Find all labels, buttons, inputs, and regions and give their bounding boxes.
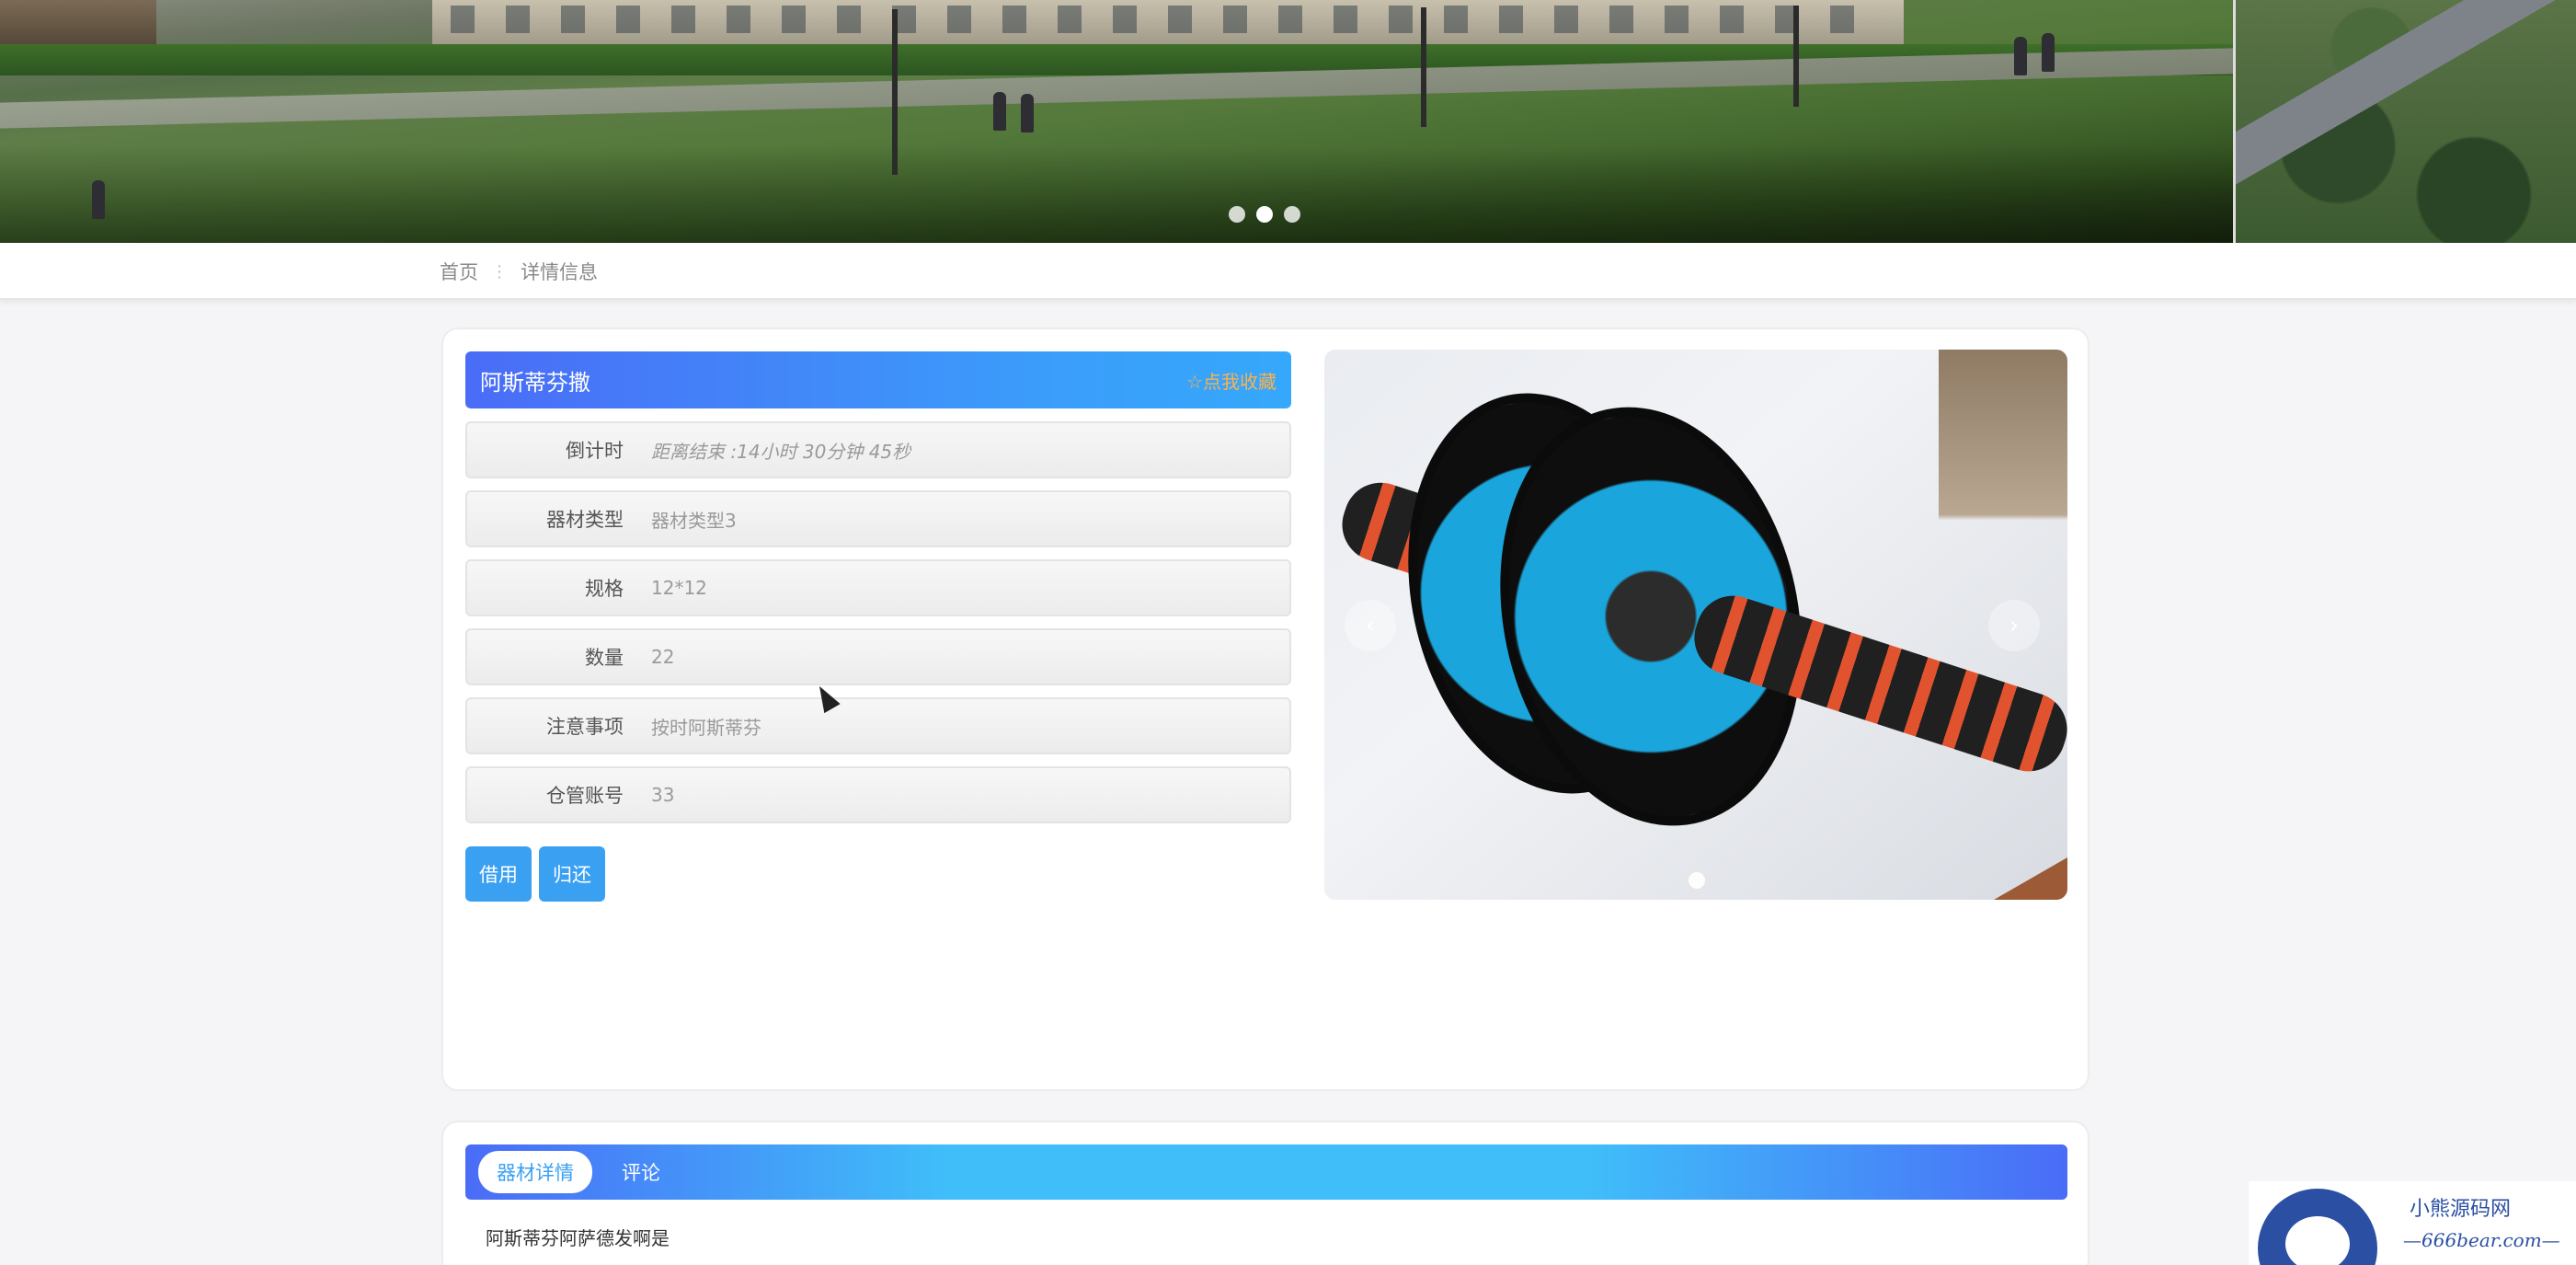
banner-lamp [892,9,898,175]
site-watermark: 小熊源码网 —666bear.com— [2249,1181,2576,1265]
info-value: 12*12 [651,577,707,599]
info-label: 器材类型 [546,509,624,531]
detail-card: 阿斯蒂芬撒 ☆点我收藏 倒计时 距离结束 :14小时 30分钟 45秒 器材类型… [441,328,2089,1091]
info-label: 注意事项 [546,716,624,738]
info-row-quantity: 数量 22 [465,628,1291,685]
banner-next-slide [2233,0,2576,243]
banner-person [993,92,1006,131]
borrow-button[interactable]: 借用 [465,846,532,902]
info-row-type: 器材类型 器材类型3 [465,490,1291,547]
tabs-card: 器材详情 评论 阿斯蒂芬阿萨德发啊是 [441,1121,2089,1265]
breadcrumb-bar: 首页 ⋮ 详情信息 [0,243,2576,300]
carousel-dot[interactable] [1689,872,1705,889]
tab-comments[interactable]: 评论 [603,1151,679,1193]
banner-lamp [1793,6,1799,107]
favorite-button[interactable]: ☆点我收藏 [1186,367,1277,394]
banner-carousel[interactable] [0,0,2576,243]
info-value: 距离结束 :14小时 30分钟 45秒 [651,440,911,463]
banner-person [92,180,105,219]
breadcrumb-home[interactable]: 首页 [440,258,478,285]
banner-windows [451,6,1885,33]
info-row-notes: 注意事项 按时阿斯蒂芬 [465,697,1291,754]
info-value: 器材类型3 [651,509,737,532]
equipment-description: 阿斯蒂芬阿萨德发啊是 [486,1227,670,1249]
carousel-dots [1229,206,1300,223]
product-image-carousel[interactable]: ‹ › [1324,350,2067,900]
info-value: 按时阿斯蒂芬 [651,716,761,739]
banner-person [2042,33,2055,72]
info-row-countdown: 倒计时 距离结束 :14小时 30分钟 45秒 [465,421,1291,478]
breadcrumb-separator: ⋮ [491,261,508,282]
info-row-warehouse-account: 仓管账号 33 [465,766,1291,823]
breadcrumb: 首页 ⋮ 详情信息 [440,258,598,285]
tab-equipment-details[interactable]: 器材详情 [478,1151,592,1193]
banner-image [0,0,2233,243]
info-label: 数量 [585,647,624,669]
return-button[interactable]: 归还 [539,846,605,902]
chevron-right-icon[interactable]: › [1988,600,2040,651]
info-row-spec: 规格 12*12 [465,559,1291,616]
item-name: 阿斯蒂芬撒 [480,369,590,396]
breadcrumb-current: 详情信息 [521,261,598,283]
info-label: 仓管账号 [546,785,624,807]
detail-title-bar: 阿斯蒂芬撒 ☆点我收藏 [465,351,1291,408]
info-label: 倒计时 [566,440,624,462]
bear-logo-icon [2258,1189,2377,1265]
banner-lamp [1421,7,1426,127]
chevron-left-icon[interactable]: ‹ [1345,600,1396,651]
carousel-dot[interactable] [1284,206,1300,223]
info-value: 22 [651,646,675,668]
carousel-dot[interactable] [1256,206,1273,223]
watermark-url: —666bear.com— [2403,1229,2560,1251]
banner-person [2014,37,2027,75]
banner-person [1021,94,1034,132]
carousel-dot[interactable] [1229,206,1245,223]
watermark-title: 小熊源码网 [2410,1198,2512,1221]
tab-bar: 器材详情 评论 [465,1144,2067,1200]
info-value: 33 [651,784,675,806]
info-label: 规格 [585,578,624,600]
